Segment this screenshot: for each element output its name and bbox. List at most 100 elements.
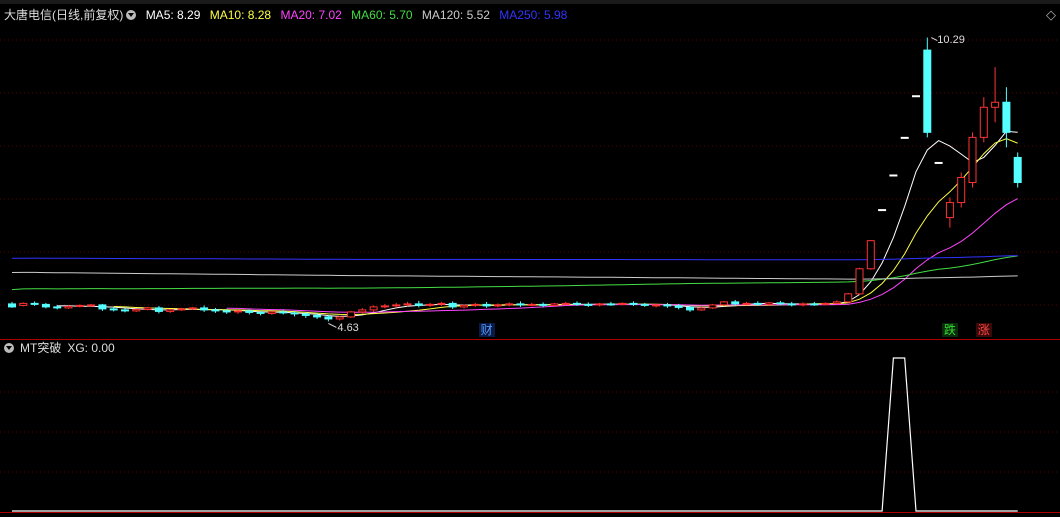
candle-body	[550, 303, 559, 306]
candle[interactable]	[640, 302, 649, 307]
candle[interactable]	[75, 304, 84, 308]
candle[interactable]	[810, 301, 819, 306]
event-fall-label: 跌	[943, 323, 956, 337]
candle[interactable]	[380, 303, 389, 309]
candle[interactable]	[979, 97, 988, 143]
candle-body	[697, 307, 706, 311]
candle-body	[742, 302, 751, 305]
candle[interactable]	[211, 307, 220, 313]
candle[interactable]	[87, 303, 96, 307]
candle[interactable]	[934, 161, 943, 164]
candle[interactable]	[347, 310, 355, 318]
candle[interactable]	[234, 309, 242, 314]
candle-body	[64, 305, 73, 309]
candle[interactable]	[437, 301, 446, 306]
candle[interactable]	[968, 132, 977, 188]
candle-body	[121, 309, 129, 312]
candle-body	[392, 304, 401, 307]
candle[interactable]	[799, 302, 807, 307]
event-tag-rise[interactable]: 涨	[975, 323, 992, 337]
candle[interactable]	[471, 302, 480, 307]
candle[interactable]	[900, 136, 909, 139]
candle[interactable]	[448, 301, 457, 309]
candle-body	[324, 316, 333, 320]
candle[interactable]	[878, 209, 887, 212]
candle-body	[991, 101, 1000, 108]
candle[interactable]	[855, 267, 864, 295]
collapse-diamond-icon[interactable]: ◇	[1046, 7, 1056, 23]
candle[interactable]	[414, 300, 423, 308]
candle[interactable]	[742, 301, 751, 306]
candle[interactable]	[358, 307, 367, 314]
candle-body	[267, 311, 276, 314]
candle[interactable]	[1002, 87, 1011, 148]
candle-body	[143, 307, 152, 310]
candle[interactable]	[912, 95, 920, 98]
candle[interactable]	[482, 301, 491, 308]
candle[interactable]	[629, 301, 638, 306]
event-rise-label: 涨	[977, 323, 990, 337]
candle-body	[109, 308, 118, 311]
candle[interactable]	[460, 304, 468, 309]
candle[interactable]	[889, 174, 898, 177]
candle[interactable]	[527, 302, 536, 307]
candle[interactable]	[719, 300, 728, 306]
candle[interactable]	[493, 303, 502, 308]
candle[interactable]	[426, 302, 435, 307]
candle-body	[313, 314, 322, 318]
candle[interactable]	[154, 305, 163, 314]
candle[interactable]	[866, 240, 875, 270]
candle-body	[222, 310, 231, 313]
candle[interactable]	[19, 302, 28, 307]
candle-body	[87, 304, 96, 307]
candle[interactable]	[132, 308, 141, 312]
candle-body	[516, 303, 525, 306]
candle[interactable]	[98, 303, 107, 311]
candle[interactable]	[991, 67, 1000, 123]
candle-body	[640, 303, 649, 306]
candle[interactable]	[1013, 152, 1022, 188]
candle-body	[426, 303, 435, 306]
candle-body	[154, 307, 163, 312]
candle[interactable]	[584, 302, 593, 307]
candle[interactable]	[697, 306, 706, 311]
kline-chart[interactable]	[0, 0, 1060, 517]
candle[interactable]	[200, 305, 209, 312]
candle-body	[731, 301, 740, 305]
candle-body	[527, 303, 536, 306]
candle-body	[1002, 101, 1011, 133]
candle[interactable]	[8, 301, 16, 308]
candle[interactable]	[267, 311, 276, 315]
candle[interactable]	[606, 301, 615, 306]
event-finance-label: 财	[480, 323, 493, 337]
low-price-label: 4.63	[337, 322, 358, 334]
candle[interactable]	[844, 292, 853, 303]
dropdown-arrow-icon[interactable]	[126, 10, 137, 20]
candle[interactable]	[335, 315, 344, 321]
candle-body	[437, 302, 446, 305]
candle[interactable]	[41, 302, 50, 309]
candle[interactable]	[143, 306, 152, 311]
candle[interactable]	[561, 301, 570, 306]
event-tag-fall[interactable]: 跌	[941, 323, 958, 337]
candle[interactable]	[787, 301, 796, 307]
candle-body	[493, 304, 502, 307]
candle[interactable]	[166, 308, 175, 313]
candle[interactable]	[550, 302, 559, 307]
candle[interactable]	[663, 302, 672, 308]
candle[interactable]	[369, 305, 378, 312]
candle[interactable]	[923, 37, 932, 138]
candle[interactable]	[505, 302, 514, 307]
candle-body	[753, 302, 762, 305]
indicator-dropdown-icon[interactable]	[4, 343, 14, 353]
candle[interactable]	[945, 197, 954, 228]
candle[interactable]	[957, 172, 966, 208]
candle[interactable]	[516, 301, 525, 307]
candle-body	[301, 313, 310, 316]
event-tag-finance[interactable]: 财	[478, 323, 495, 337]
candle-body	[584, 303, 593, 306]
candle-body	[30, 302, 39, 305]
candle[interactable]	[595, 302, 604, 307]
candle[interactable]	[708, 303, 717, 309]
candle[interactable]	[64, 305, 73, 309]
